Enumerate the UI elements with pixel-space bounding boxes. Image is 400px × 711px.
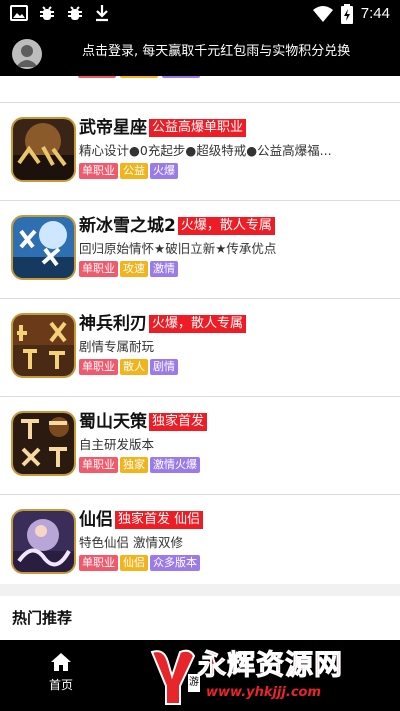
tag-fragment — [78, 76, 116, 78]
game-icon[interactable] — [11, 313, 76, 378]
bug-icon — [40, 6, 54, 20]
tag: 众多版本 — [150, 555, 200, 571]
tag: 激情 — [150, 261, 178, 277]
status-right-icons: 7:44 — [312, 4, 390, 24]
game-description: 精心设计●0充起步●超级特戒●公益高爆福... — [79, 143, 332, 158]
home-icon — [51, 653, 71, 671]
status-left-icons — [10, 4, 110, 22]
game-badge: 火爆，散人专属 — [149, 315, 247, 333]
game-icon[interactable] — [11, 117, 76, 182]
tag: 单职业 — [79, 359, 118, 375]
tag: 独家 — [120, 457, 148, 473]
login-bar[interactable]: 点击登录, 每天赢取千元红包雨与实物积分兑换 — [0, 28, 400, 76]
hot-recommend-section: 热门推荐 — [0, 596, 400, 640]
tag: 火爆 — [150, 163, 178, 179]
game-title-row: 新冰雪之城2 火爆，散人专属 — [79, 215, 275, 237]
section-title: 热门推荐 — [12, 609, 73, 627]
battery-icon — [340, 4, 353, 24]
game-description: 自主研发版本 — [79, 437, 155, 452]
game-item[interactable]: 仙侣 独家首发 仙侣 特色仙侣 激情双修 单职业 仙侣 众多版本 — [0, 495, 400, 584]
game-name: 神兵利刃 — [79, 314, 147, 334]
status-bar: 7:44 — [0, 0, 400, 28]
tag: 散人 — [120, 359, 148, 375]
watermark-url: www.yhkjjj.com — [206, 685, 322, 700]
game-tags: 单职业 仙侣 众多版本 — [79, 555, 200, 571]
game-tags: 单职业 散人 剧情 — [79, 359, 178, 375]
tag: 攻速 — [120, 261, 148, 277]
game-name: 武帝星座 — [79, 118, 147, 138]
game-item[interactable]: 新冰雪之城2 火爆，散人专属 回归原始情怀★破旧立新★传承优点 单职业 攻速 激… — [0, 201, 400, 298]
game-badge: 公益高爆单职业 — [149, 119, 247, 137]
game-icon[interactable] — [11, 411, 76, 476]
watermark-title: 永辉资源网 — [197, 648, 344, 682]
clock: 7:44 — [360, 5, 390, 22]
game-description: 特色仙侣 激情双修 — [79, 535, 183, 550]
game-icon[interactable] — [11, 509, 76, 574]
game-tags: 单职业 攻速 激情 — [79, 261, 178, 277]
game-icon[interactable] — [11, 215, 76, 280]
game-description: 回归原始情怀★破旧立新★传承优点 — [79, 241, 277, 256]
game-name: 仙侣 — [79, 510, 113, 530]
tag: 单职业 — [79, 555, 118, 571]
game-title-row: 蜀山天策 独家首发 — [79, 411, 208, 433]
image-icon — [10, 5, 28, 21]
game-name: 蜀山天策 — [79, 412, 147, 432]
game-tags: 单职业 公益 火爆 — [79, 163, 178, 179]
tag: 激情火爆 — [150, 457, 200, 473]
tag: 剧情 — [150, 359, 178, 375]
tag: 公益 — [120, 163, 148, 179]
bug-icon — [68, 6, 82, 20]
avatar[interactable] — [12, 39, 42, 69]
download-icon — [96, 5, 108, 22]
tag: 单职业 — [79, 457, 118, 473]
previous-item-tags — [78, 76, 200, 78]
watermark-logo — [150, 649, 196, 705]
tag: 单职业 — [79, 261, 118, 277]
watermark: 永辉资源网 www.yhkjjj.com — [150, 646, 386, 708]
tag: 单职业 — [79, 163, 118, 179]
nav-home[interactable]: 首页 — [36, 652, 86, 693]
game-tags: 单职业 独家 激情火爆 — [79, 457, 200, 473]
wifi-icon — [312, 6, 333, 22]
tag: 仙侣 — [120, 555, 148, 571]
game-item[interactable]: 蜀山天策 独家首发 自主研发版本 单职业 独家 激情火爆 — [0, 397, 400, 494]
user-icon — [16, 45, 38, 67]
game-title-row: 仙侣 独家首发 仙侣 — [79, 509, 204, 531]
game-list: 武帝星座 公益高爆单职业 精心设计●0充起步●超级特戒●公益高爆福... 单职业… — [0, 76, 400, 584]
nav-home-label: 首页 — [48, 678, 73, 692]
game-item[interactable]: 神兵利刃 火爆，散人专属 剧情专属耐玩 单职业 散人 剧情 — [0, 299, 400, 396]
game-name: 新冰雪之城2 — [79, 216, 176, 236]
game-badge: 火爆，散人专属 — [177, 217, 275, 235]
game-description: 剧情专属耐玩 — [79, 339, 155, 354]
tag-fragment — [162, 76, 200, 78]
game-badge: 独家首发 — [149, 413, 208, 431]
game-title-row: 神兵利刃 火爆，散人专属 — [79, 313, 247, 335]
login-prompt[interactable]: 点击登录, 每天赢取千元红包雨与实物积分兑换 — [82, 42, 350, 62]
tag-fragment — [120, 76, 158, 78]
game-item[interactable]: 武帝星座 公益高爆单职业 精心设计●0充起步●超级特戒●公益高爆福... 单职业… — [0, 103, 400, 200]
game-badge: 独家首发 仙侣 — [115, 511, 204, 529]
game-title-row: 武帝星座 公益高爆单职业 — [79, 117, 247, 139]
